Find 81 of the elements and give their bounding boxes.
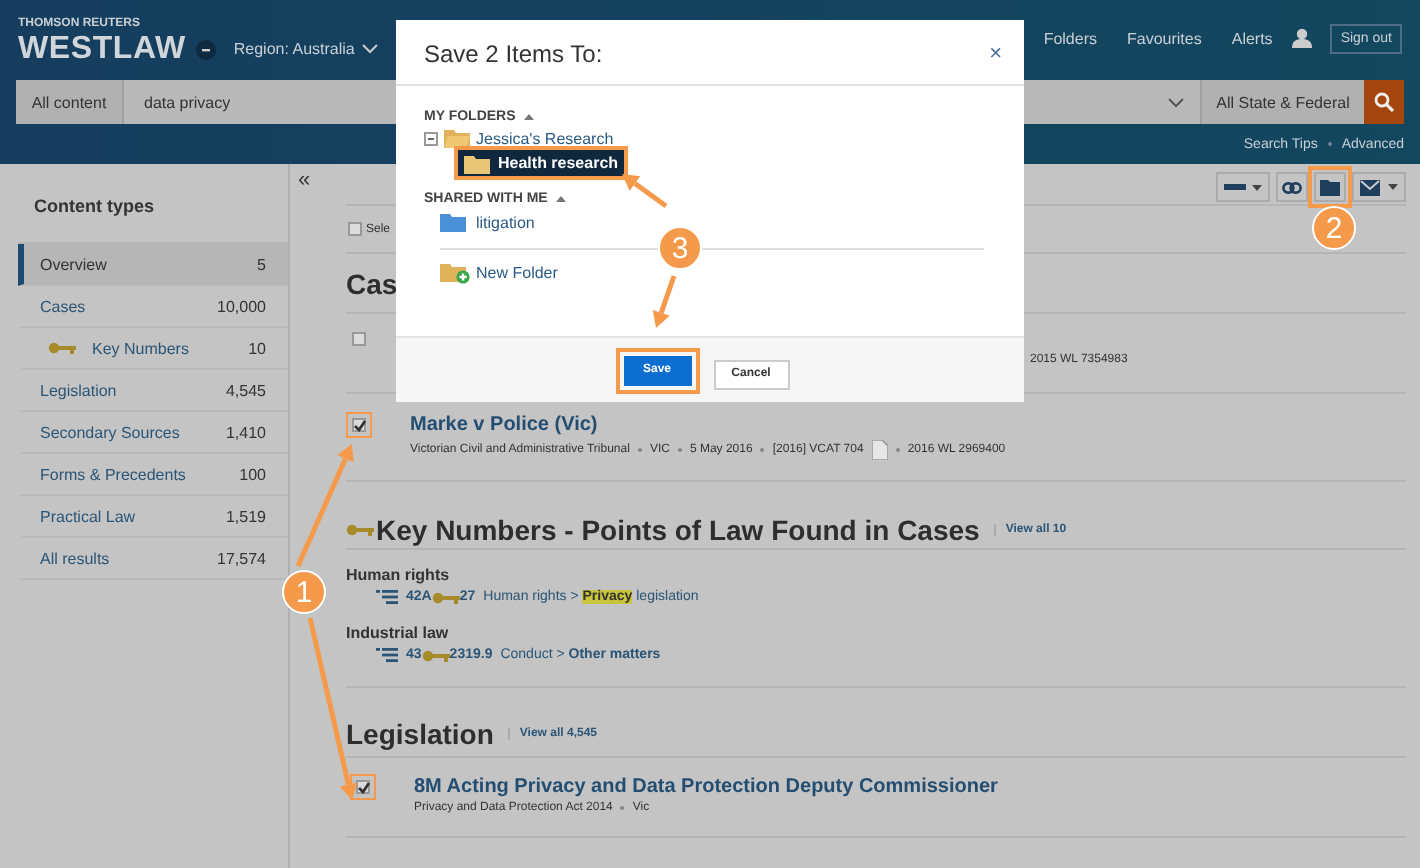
search-icon xyxy=(1374,92,1394,112)
dropdown-icon xyxy=(1223,181,1263,193)
logo-text: WESTLAW xyxy=(18,31,186,67)
item-label: Forms & Precedents xyxy=(40,465,188,483)
item-count: 10,000 xyxy=(217,297,266,315)
checkbox[interactable] xyxy=(356,780,370,794)
arrow xyxy=(295,444,354,567)
nav-link[interactable]: Favourites xyxy=(1127,29,1202,47)
item-count: 1,410 xyxy=(225,423,266,441)
item-count: 5 xyxy=(257,255,266,273)
dialog-title: Save 2 Items To: xyxy=(424,40,603,68)
checkbox[interactable] xyxy=(347,222,361,236)
item-count: 17,574 xyxy=(217,549,266,567)
list-icon xyxy=(376,590,398,604)
collapse-button[interactable]: « xyxy=(298,170,311,190)
key-icon xyxy=(48,342,76,354)
sidebar-item[interactable]: Overview 5 xyxy=(18,244,288,286)
section-heading: Cas xyxy=(346,267,398,299)
sidebar-item[interactable]: Secondary Sources 1,410 xyxy=(18,412,288,454)
check-icon xyxy=(357,781,369,793)
item-label: Key Numbers xyxy=(92,339,191,357)
arrow xyxy=(652,275,677,328)
sidebar-item[interactable]: Key Numbers 10 xyxy=(18,328,288,370)
item-label: Practical Law xyxy=(40,507,138,525)
content-scope-button[interactable]: All content xyxy=(16,80,124,124)
result-title-link[interactable]: 8M Acting Privacy and Data Protection Deputy Commissioner xyxy=(414,776,998,798)
folder-icon xyxy=(464,153,490,173)
section-heading: Key Numbers - Points of Law Found in Cases xyxy=(376,513,980,545)
sidebar-item[interactable]: Practical Law 1,519 xyxy=(18,496,288,538)
folder-item[interactable]: Health research xyxy=(458,150,625,176)
collapse-icon[interactable] xyxy=(424,131,438,145)
link-button[interactable] xyxy=(1276,172,1308,202)
region-selector[interactable]: Region: Australia xyxy=(233,39,355,57)
sidebar-item[interactable]: Forms & Precedents 100 xyxy=(18,454,288,496)
folder-item[interactable]: Jessica's Research xyxy=(476,129,614,147)
topic-heading: Industrial law xyxy=(346,624,451,642)
sidebar-item[interactable]: Cases 10,000 xyxy=(18,286,288,328)
key-icon xyxy=(421,649,450,661)
list-view-button[interactable] xyxy=(1216,172,1270,202)
search-button[interactable] xyxy=(1364,80,1404,124)
folder-icon xyxy=(440,212,466,232)
section-heading: Legislation xyxy=(346,718,494,750)
folder-icon xyxy=(444,128,470,148)
item-count: 4,545 xyxy=(225,381,266,399)
folder-item[interactable]: litigation xyxy=(440,212,984,232)
nav-link[interactable]: Folders xyxy=(1043,29,1097,47)
folder-icon xyxy=(1320,179,1340,195)
item-count: 1,519 xyxy=(225,507,266,525)
caret-up-icon xyxy=(523,114,534,120)
item-label: Overview xyxy=(40,255,109,273)
item-label: Legislation xyxy=(40,381,119,399)
email-button[interactable] xyxy=(1352,172,1406,202)
item-count: 10 xyxy=(248,339,266,357)
link-icon xyxy=(1282,181,1302,193)
jurisdiction-button[interactable]: All State & Federal xyxy=(1200,80,1364,124)
item-count: 100 xyxy=(239,465,266,483)
check-icon xyxy=(353,419,365,431)
key-icon xyxy=(431,591,460,603)
envelope-dropdown-icon xyxy=(1359,179,1399,195)
item-label: All results xyxy=(40,549,112,567)
checkbox[interactable] xyxy=(352,332,366,346)
sidebar-item[interactable]: Legislation 4,545 xyxy=(18,370,288,412)
topic-heading: Human rights xyxy=(346,566,452,584)
sidebar-item[interactable]: All results 17,574 xyxy=(18,538,288,580)
chevron-down-icon[interactable] xyxy=(1168,97,1184,107)
add-folder-icon xyxy=(440,262,470,284)
item-label: Cases xyxy=(40,297,88,315)
caret-up-icon xyxy=(555,196,566,202)
checkbox[interactable] xyxy=(352,418,366,432)
user-icon[interactable] xyxy=(1292,28,1313,48)
step-number-badge: 1 xyxy=(282,570,326,614)
step-number-badge: 2 xyxy=(1312,206,1356,250)
folder-button[interactable] xyxy=(1314,172,1346,202)
arrow xyxy=(622,174,668,209)
dropdown-icon[interactable] xyxy=(195,39,216,59)
key-icon xyxy=(346,523,374,535)
close-button[interactable]: × xyxy=(989,42,1002,66)
result-title-link[interactable]: Marke v Police (Vic) xyxy=(410,414,1006,436)
list-icon xyxy=(376,648,398,662)
nav-link[interactable]: Alerts xyxy=(1231,29,1273,47)
item-label: Secondary Sources xyxy=(40,423,182,441)
